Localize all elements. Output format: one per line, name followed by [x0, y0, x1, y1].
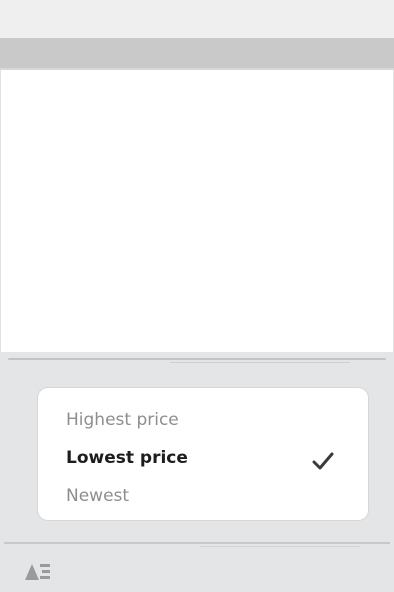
sheet-bottom-divider-accent	[200, 546, 360, 547]
check-icon	[312, 452, 334, 470]
sheet-top-divider-accent	[170, 362, 350, 363]
sort-filter-icon[interactable]	[24, 560, 52, 582]
content-area	[0, 70, 394, 352]
sheet-top-divider	[8, 358, 386, 360]
header-bar	[0, 38, 394, 70]
sheet-bottom-divider	[4, 542, 390, 544]
sort-option-newest[interactable]: Newest	[66, 482, 356, 510]
status-bar	[0, 0, 394, 38]
sort-options-card: Highest price Lowest price Newest	[38, 388, 368, 520]
sort-option-highest-price[interactable]: Highest price	[66, 406, 356, 434]
sort-screen: Highest price Lowest price Newest	[0, 0, 394, 592]
sort-bottom-sheet: Highest price Lowest price Newest	[0, 352, 394, 592]
